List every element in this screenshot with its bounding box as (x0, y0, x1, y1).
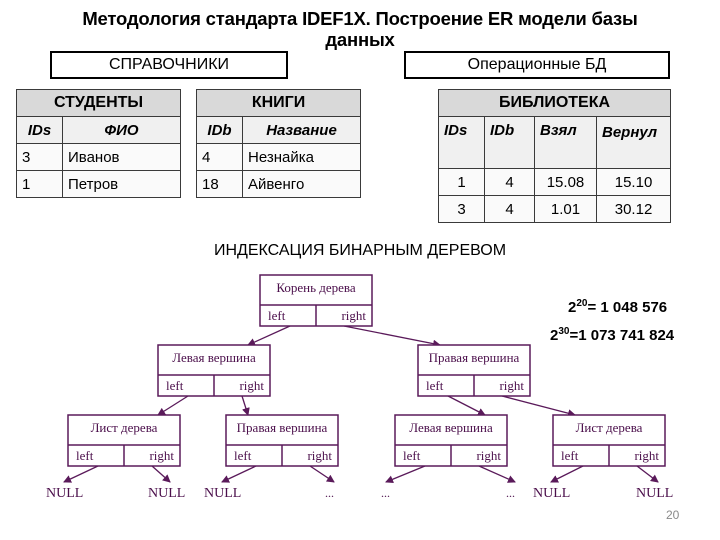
node-right-pointer: right (476, 448, 501, 463)
node-right-pointer: right (149, 448, 174, 463)
tree-node-ll: Лист дерева left right (67, 414, 181, 467)
terminal-null: NULL (148, 486, 185, 501)
terminal-ellipsis: ... (325, 486, 334, 500)
node-title: Лист дерева (576, 420, 643, 435)
node-left-pointer: left (403, 448, 421, 463)
terminal-null: NULL (46, 486, 83, 501)
node-title: Левая вершина (409, 420, 493, 435)
tree-node-rl: Левая вершина left right (394, 414, 508, 467)
node-left-pointer: left (561, 448, 579, 463)
edge-to-terminal (309, 465, 335, 483)
tree-terminals: NULL NULL NULL......... NULL NULL (46, 486, 673, 501)
edge-to-terminal (636, 465, 659, 483)
edge-to-terminal (385, 465, 426, 484)
page-number: 20 (666, 508, 680, 522)
edge-left-lr (241, 395, 250, 416)
node-right-pointer: right (634, 448, 659, 463)
node-right-pointer: right (341, 308, 366, 323)
node-title: Левая вершина (172, 350, 256, 365)
node-left-pointer: left (166, 378, 184, 393)
edge-right-rr (501, 395, 576, 418)
edge-left-ll (157, 395, 189, 416)
terminal-ellipsis: ... (506, 486, 515, 500)
tree-node-rr: Лист дерева left right (552, 414, 666, 467)
edge-root-right (343, 325, 441, 348)
edge-to-terminal (221, 465, 257, 483)
node-left-pointer: left (234, 448, 252, 463)
node-right-pointer: right (499, 378, 524, 393)
tree-nodes: Корень дерева left right Левая вершина left r… (67, 274, 666, 467)
node-left-pointer: left (426, 378, 444, 393)
edge-to-terminal (478, 465, 516, 483)
node-title: Правая вершина (237, 420, 328, 435)
tree-node-root: Корень дерева left right (259, 274, 373, 327)
tree-node-lr: Правая вершина left right (225, 414, 339, 467)
edge-to-terminal (63, 465, 99, 483)
edge-to-terminal (151, 465, 171, 483)
node-title: Лист дерева (91, 420, 158, 435)
tree-node-left: Левая вершина left right (157, 344, 271, 397)
binary-tree-diagram: Корень дерева left right Левая вершина left r… (46, 274, 673, 501)
terminal-null: NULL (204, 486, 241, 501)
terminal-null: NULL (636, 486, 673, 501)
terminal-null: NULL (533, 486, 570, 501)
node-left-pointer: left (268, 308, 286, 323)
tree-node-right: Правая вершина left right (417, 344, 531, 397)
edge-to-terminal (550, 465, 584, 483)
edge-root-left (247, 325, 291, 346)
node-right-pointer: right (239, 378, 264, 393)
node-title: Корень дерева (276, 280, 356, 295)
node-left-pointer: left (76, 448, 94, 463)
terminal-ellipsis: ... (381, 486, 390, 500)
node-title: Правая вершина (429, 350, 520, 365)
node-right-pointer: right (307, 448, 332, 463)
edge-right-rl (447, 395, 486, 416)
